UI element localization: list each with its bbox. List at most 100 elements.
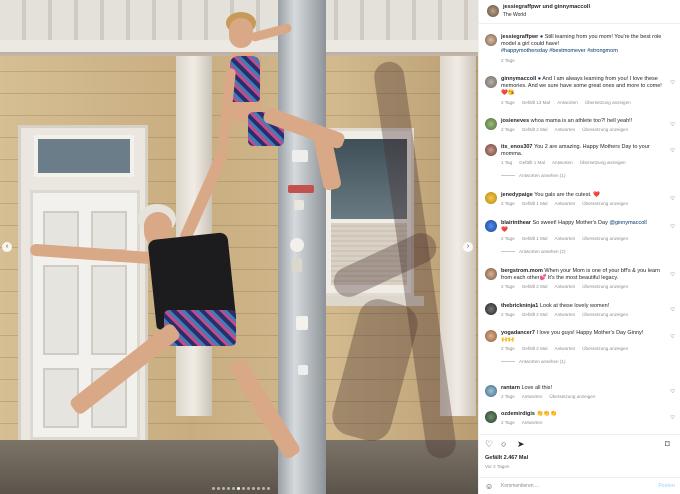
comment-likes[interactable]: Gefällt 13 Mal	[522, 99, 550, 106]
view-replies-button[interactable]: Antworten ansehen (1)	[501, 358, 665, 365]
heart-icon[interactable]: ♡	[670, 307, 675, 313]
translate-button[interactable]: Übersetzung anzeigen	[582, 126, 628, 133]
author-avatar[interactable]	[485, 34, 497, 46]
comment-likes[interactable]: Gefällt 1 Mal	[522, 200, 548, 207]
view-replies-button[interactable]: Antworten ansehen (1)	[501, 172, 665, 179]
comment-likes[interactable]: Gefällt 2 Mal	[522, 345, 548, 352]
comment-user[interactable]: its_enos307	[501, 144, 533, 150]
comment-text: I love you guys! Happy Mother's Day Ginn…	[536, 330, 644, 336]
commenter-avatar[interactable]	[485, 76, 497, 88]
comment-text: Look at these lovely women!	[539, 303, 610, 309]
reply-button[interactable]: Antworten	[552, 159, 573, 166]
translate-button[interactable]: Übersetzung anzeigen	[549, 393, 595, 400]
comment-user[interactable]: yogadancer7	[501, 330, 535, 336]
heart-icon[interactable]: ♡	[670, 334, 675, 340]
comment-user[interactable]: bergstrom.mom	[501, 268, 543, 274]
heart-icon[interactable]: ♡	[670, 415, 675, 421]
heart-icon[interactable]: ♡	[670, 224, 675, 230]
comment-time: 2 Tage	[501, 127, 515, 133]
heart-icon[interactable]: ♡	[670, 122, 675, 128]
comment-user[interactable]: jenedypaige	[501, 192, 533, 198]
author-avatar[interactable]	[487, 5, 499, 17]
comment-mention[interactable]: @ginnymaccoll	[609, 220, 646, 226]
street-pole	[278, 0, 326, 494]
translate-button[interactable]: Übersetzung anzeigen	[580, 159, 626, 166]
translate-button[interactable]: Übersetzung anzeigen	[582, 345, 628, 352]
reply-button[interactable]: Antworten	[555, 235, 576, 242]
comment-emoji: 👏👏👏	[536, 411, 557, 417]
commenter-avatar[interactable]	[485, 118, 497, 130]
comment-time: 2 Tage	[501, 99, 515, 105]
commenter-avatar[interactable]	[485, 268, 497, 280]
post-photo[interactable]: ‹ ›	[0, 0, 478, 494]
author-names[interactable]: jessiegraffpwr und ginnymaccoll	[503, 4, 590, 10]
caption-user[interactable]: jessiegraffpwr	[501, 34, 538, 40]
comment-emoji: 🙌🙌	[501, 337, 515, 344]
commenter-avatar[interactable]	[485, 220, 497, 232]
emoji-icon[interactable]: ☺	[485, 482, 493, 491]
reply-button[interactable]: Antworten	[555, 311, 576, 318]
carousel-dots	[212, 487, 270, 490]
comment-user[interactable]: ginnymaccoll	[501, 76, 536, 82]
verified-icon: ●	[537, 76, 542, 82]
like-count[interactable]: Gefällt 2.467 Mal	[485, 455, 528, 461]
transom-window	[34, 135, 134, 177]
reply-button[interactable]: Antworten	[555, 200, 576, 207]
reply-button[interactable]: Antworten	[522, 419, 543, 426]
comment-user[interactable]: ozdemirdigis	[501, 411, 535, 417]
chevron-left-icon[interactable]: ‹	[2, 242, 12, 252]
sidewalk	[0, 440, 478, 494]
post-button[interactable]: Posten	[658, 483, 675, 489]
climber-face	[229, 18, 253, 48]
commenter-avatar[interactable]	[485, 385, 497, 397]
comment-likes[interactable]: Gefällt 1 Mal	[522, 235, 548, 242]
comment-text: Love all this!	[521, 385, 553, 391]
heart-icon[interactable]: ♡	[485, 439, 493, 449]
commenter-avatar[interactable]	[485, 330, 497, 342]
translate-button[interactable]: Übersetzung anzeigen	[582, 283, 628, 290]
post-location[interactable]: The World	[503, 12, 526, 18]
comment-user[interactable]: rantarn	[501, 385, 520, 391]
reply-button[interactable]: Antworten	[555, 126, 576, 133]
comment-emoji: ❤️😘	[501, 90, 515, 97]
comment-input[interactable]	[501, 481, 651, 491]
comment-likes[interactable]: Gefällt 2 Mal	[522, 283, 548, 290]
view-replies-button[interactable]: Antworten ansehen (2)	[501, 248, 665, 255]
translate-button[interactable]: Übersetzung anzeigen	[582, 200, 628, 207]
commenter-avatar[interactable]	[485, 192, 497, 204]
comment-text: You gals are the cutest.	[534, 192, 592, 198]
translate-button[interactable]: Übersetzung anzeigen	[582, 311, 628, 318]
heart-icon[interactable]: ♡	[670, 389, 675, 395]
comment-user[interactable]: thebrickninja1	[501, 303, 538, 309]
comment-user[interactable]: josieneves	[501, 118, 529, 124]
comment-user[interactable]: blairinthear	[501, 220, 531, 226]
post-date: Vor 2 Tagen	[485, 464, 510, 469]
chevron-right-icon[interactable]: ›	[463, 242, 473, 252]
comment-time: 2 Tage	[501, 420, 515, 426]
reply-button[interactable]: Antworten	[522, 393, 543, 400]
comment-icon[interactable]: ○	[501, 439, 506, 449]
post-header: jessiegraffpwr und ginnymaccoll The Worl…	[479, 0, 680, 24]
comment-likes[interactable]: Gefällt 2 Mal	[522, 126, 548, 133]
commenter-avatar[interactable]	[485, 303, 497, 315]
commenter-avatar[interactable]	[485, 144, 497, 156]
action-bar: ♡ ○ ➤ ⌑	[479, 434, 680, 450]
comment-likes[interactable]: Gefällt 2 Mal	[522, 311, 548, 318]
commenter-avatar[interactable]	[485, 411, 497, 423]
heart-icon[interactable]: ♡	[670, 80, 675, 86]
comment-list[interactable]: jessiegraffpwr ● Still learning from you…	[479, 28, 680, 434]
share-icon[interactable]: ➤	[517, 439, 525, 449]
reply-button[interactable]: Antworten	[555, 345, 576, 352]
comment-time: 2 Tage	[501, 57, 515, 63]
heart-icon[interactable]: ♡	[670, 272, 675, 278]
reply-button[interactable]: Antworten	[555, 283, 576, 290]
translate-button[interactable]: Übersetzung anzeigen	[585, 99, 631, 106]
comment-likes[interactable]: Gefällt 1 Mal	[519, 159, 545, 166]
caption-hashtags[interactable]: #happymothersday #bestmomever #strongmom	[501, 48, 618, 54]
heart-icon[interactable]: ♡	[670, 148, 675, 154]
comment-text: So sweet! Happy Mother's Day	[532, 220, 608, 226]
heart-icon[interactable]: ♡	[670, 196, 675, 202]
reply-button[interactable]: Antworten	[557, 99, 578, 106]
translate-button[interactable]: Übersetzung anzeigen	[582, 235, 628, 242]
bookmark-icon[interactable]: ⌑	[665, 439, 670, 449]
